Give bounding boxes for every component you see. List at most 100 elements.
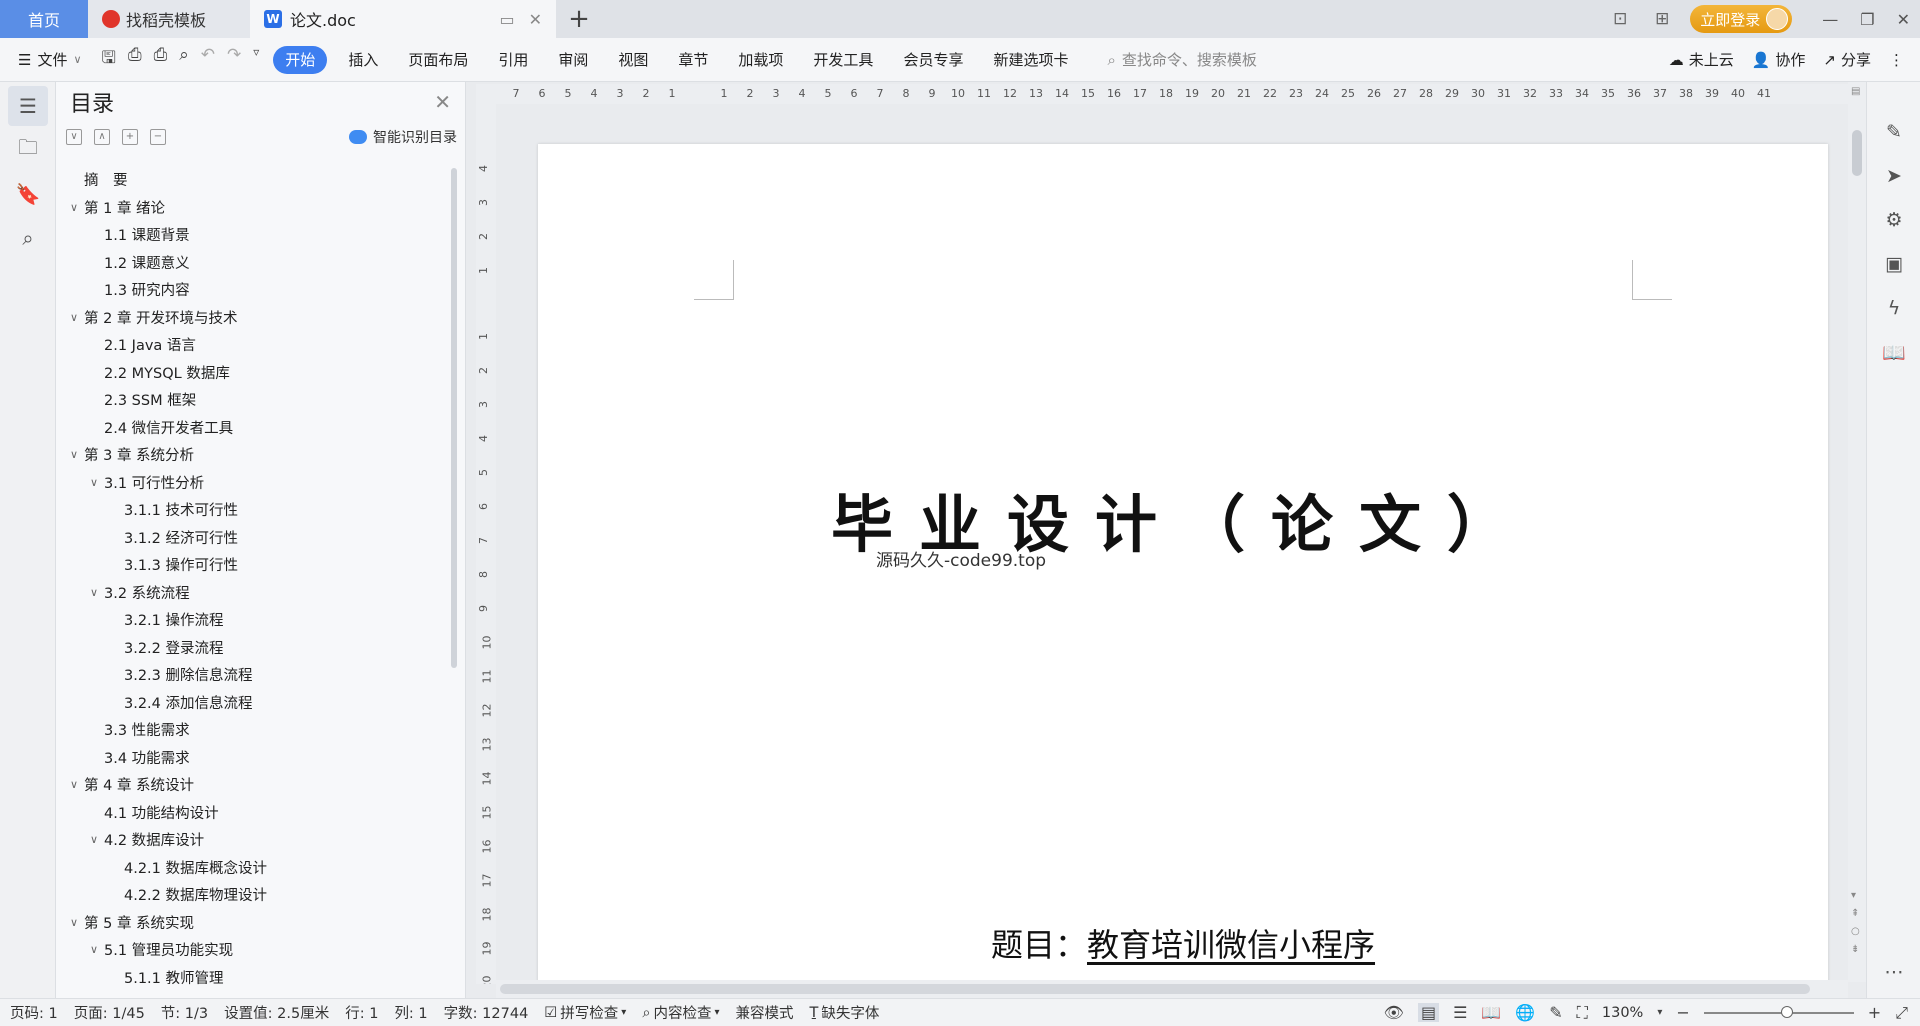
horizontal-scrollbar[interactable] bbox=[496, 980, 1848, 998]
web-view-icon[interactable]: 🌐 bbox=[1515, 1003, 1535, 1022]
horizontal-ruler[interactable]: 7 6 5 4 3 2 1 1 2 3 4 5 6 7 8 9 10 11 12 13 14 15 16 17 18 19 20 21… bbox=[476, 84, 1848, 104]
toc-item[interactable]: 4.2.1 数据库概念设计 bbox=[56, 854, 446, 882]
zoom-dropdown-icon[interactable]: ▾ bbox=[1657, 1007, 1662, 1018]
tab-insert[interactable]: 插入 bbox=[333, 46, 393, 74]
page-view-icon[interactable]: ▤ bbox=[1417, 1003, 1440, 1022]
toc-item[interactable]: ∨ 4.2 数据库设计 bbox=[56, 826, 446, 854]
image-tool-icon[interactable]: ▣ bbox=[1867, 242, 1920, 286]
chapter-nav-icon[interactable]: 🗀 bbox=[8, 130, 48, 170]
close-icon[interactable]: ✕ bbox=[434, 90, 451, 114]
toc-item[interactable]: ∨ 3.1 可行性分析 bbox=[56, 469, 446, 497]
toc-item[interactable]: ∨ 第 1 章 绪论 bbox=[56, 194, 446, 222]
status-page-code[interactable]: 页码: 1 bbox=[10, 1002, 58, 1023]
scroll-down-icon[interactable]: ▾ bbox=[1851, 890, 1856, 901]
toc-item[interactable]: 1.2 课题意义 bbox=[56, 249, 446, 277]
tab-references[interactable]: 引用 bbox=[483, 46, 543, 74]
missing-font-button[interactable]: Ṯ 缺失字体 bbox=[809, 1002, 879, 1023]
undo-icon[interactable]: ↶ bbox=[201, 45, 215, 74]
spell-check-button[interactable]: ☑ 拼写检查 ▾ bbox=[544, 1002, 626, 1023]
status-section[interactable]: 节: 1/3 bbox=[161, 1002, 208, 1023]
toc-item[interactable]: 4.2.2 数据库物理设计 bbox=[56, 881, 446, 909]
chevron-down-icon[interactable]: ∨ bbox=[86, 833, 102, 846]
toc-item[interactable]: 3.1.2 经济可行性 bbox=[56, 524, 446, 552]
apps-grid-icon[interactable]: ⊞ bbox=[1648, 7, 1676, 31]
pen-icon[interactable]: ✎ bbox=[1867, 110, 1920, 154]
export-pdf-icon[interactable]: ⎙ bbox=[128, 45, 142, 74]
toc-item[interactable]: 3.3 性能需求 bbox=[56, 716, 446, 744]
toc-item[interactable]: 2.4 微信开发者工具 bbox=[56, 414, 446, 442]
status-word-count[interactable]: 字数: 12744 bbox=[444, 1002, 529, 1023]
more-dots-icon[interactable]: ⋯ bbox=[1867, 950, 1920, 994]
fullscreen-icon[interactable]: ⤢ bbox=[1895, 1003, 1908, 1023]
tab-document[interactable]: W 论文.doc ▭ ✕ bbox=[250, 0, 556, 38]
share-button[interactable]: ↗ 分享 bbox=[1823, 49, 1871, 70]
toc-item[interactable]: 摘 要 bbox=[56, 166, 446, 194]
login-button[interactable]: 立即登录 bbox=[1690, 5, 1793, 33]
document-title[interactable]: 毕业设计（论文） bbox=[538, 474, 1828, 564]
redo-icon[interactable]: ↷ bbox=[227, 45, 241, 74]
status-page[interactable]: 页面: 1/45 bbox=[74, 1002, 145, 1023]
ruler-toggle-icon[interactable]: ▤ bbox=[1851, 86, 1860, 97]
add-heading-icon[interactable]: + bbox=[122, 129, 138, 145]
more-options-icon[interactable]: ⋮ bbox=[1889, 51, 1904, 69]
toc-item[interactable]: 4.1 功能结构设计 bbox=[56, 799, 446, 827]
toc-item[interactable]: 1.1 课题背景 bbox=[56, 221, 446, 249]
scroll-thumb[interactable] bbox=[500, 984, 1810, 994]
toc-item[interactable]: ∨ 3.2 系统流程 bbox=[56, 579, 446, 607]
outline-view-icon[interactable]: ☰ bbox=[1453, 1003, 1467, 1022]
file-menu[interactable]: ☰ 文件 ∨ bbox=[0, 49, 92, 70]
chevron-down-icon[interactable]: ∨ bbox=[86, 586, 102, 599]
chevron-down-icon[interactable]: ∨ bbox=[66, 201, 82, 214]
toc-item[interactable]: ∨ 第 4 章 系统设计 bbox=[56, 771, 446, 799]
toc-item[interactable]: 3.1.1 技术可行性 bbox=[56, 496, 446, 524]
toc-item[interactable]: 3.2.3 删除信息流程 bbox=[56, 661, 446, 689]
zoom-out-icon[interactable]: − bbox=[1676, 1003, 1689, 1022]
close-tab-icon[interactable]: ✕ bbox=[529, 10, 542, 29]
book-search-icon[interactable]: 📖 bbox=[1867, 330, 1920, 374]
smart-toc-button[interactable]: 智能识别目录 bbox=[349, 127, 457, 147]
save-icon[interactable]: 🖫 bbox=[102, 45, 116, 74]
toc-item[interactable]: ∨ 第 3 章 系统分析 bbox=[56, 441, 446, 469]
tab-section[interactable]: 章节 bbox=[663, 46, 723, 74]
restore-icon[interactable]: ❐ bbox=[1860, 10, 1874, 29]
tab-view[interactable]: 视图 bbox=[603, 46, 663, 74]
vertical-ruler[interactable]: 4 3 2 1 1 2 3 4 5 6 7 8 9 10 11 12 13 14 15 16 17 18 19 20 bbox=[476, 104, 496, 984]
chevron-down-icon[interactable]: ∨ bbox=[66, 778, 82, 791]
content-check-button[interactable]: ⌕ 内容检查 ▾ bbox=[642, 1002, 719, 1023]
write-view-icon[interactable]: ✎ bbox=[1549, 1003, 1562, 1022]
prev-page-icon[interactable]: ⇞ bbox=[1851, 908, 1859, 919]
tab-addins[interactable]: 加载项 bbox=[723, 46, 798, 74]
document-topic[interactable]: 题目：教育培训微信小程序 bbox=[538, 920, 1828, 966]
toc-item[interactable]: 3.4 功能需求 bbox=[56, 744, 446, 772]
minimize-icon[interactable]: — bbox=[1822, 10, 1838, 29]
expand-all-icon[interactable]: ∨ bbox=[66, 129, 82, 145]
toc-item[interactable]: ∨ 第 5 章 系统实现 bbox=[56, 909, 446, 937]
chevron-down-icon[interactable]: ∨ bbox=[86, 476, 102, 489]
next-page-icon[interactable]: ⇟ bbox=[1851, 944, 1859, 955]
toc-item[interactable]: 3.2.4 添加信息流程 bbox=[56, 689, 446, 717]
tab-page-layout[interactable]: 页面布局 bbox=[393, 46, 483, 74]
fit-page-icon[interactable]: ⛶ bbox=[1577, 1003, 1588, 1023]
status-setting[interactable]: 设置值: 2.5厘米 bbox=[224, 1002, 329, 1023]
vertical-scrollbar[interactable]: ▤ ▾ ⇞ ○ ⇟ bbox=[1848, 82, 1866, 982]
tab-developer[interactable]: 开发工具 bbox=[798, 46, 888, 74]
tab-member[interactable]: 会员专享 bbox=[888, 46, 978, 74]
document-canvas[interactable]: 毕业设计（论文） 源码久久-code99.top 题目：教育培训微信小程序 bbox=[500, 104, 1848, 984]
eye-protection-icon[interactable]: 👁 bbox=[1384, 1003, 1404, 1022]
print-icon[interactable]: ⎙ bbox=[154, 45, 168, 74]
toc-item[interactable]: 1.3 研究内容 bbox=[56, 276, 446, 304]
zoom-slider[interactable] bbox=[1703, 1005, 1854, 1018]
adjust-sliders-icon[interactable]: ⚙ bbox=[1867, 198, 1920, 242]
select-browse-icon[interactable]: ○ bbox=[1851, 926, 1860, 937]
command-search[interactable]: ⌕ 查找命令、搜索模板 bbox=[1107, 49, 1256, 70]
select-cursor-icon[interactable]: ➤ bbox=[1867, 154, 1920, 198]
toc-item[interactable]: 3.1.3 操作可行性 bbox=[56, 551, 446, 579]
toc-item[interactable]: ∨ 第 2 章 开发环境与技术 bbox=[56, 304, 446, 332]
find-icon[interactable]: ⌕ bbox=[8, 218, 48, 258]
document-page[interactable]: 毕业设计（论文） 源码久久-code99.top 题目：教育培训微信小程序 bbox=[538, 144, 1828, 984]
zoom-in-icon[interactable]: + bbox=[1868, 1003, 1881, 1022]
chevron-down-icon[interactable]: ∨ bbox=[66, 311, 82, 324]
toc-item[interactable]: 2.1 Java 语言 bbox=[56, 331, 446, 359]
collaborate-button[interactable]: 👤 协作 bbox=[1752, 49, 1806, 70]
remove-heading-icon[interactable]: − bbox=[150, 129, 166, 145]
